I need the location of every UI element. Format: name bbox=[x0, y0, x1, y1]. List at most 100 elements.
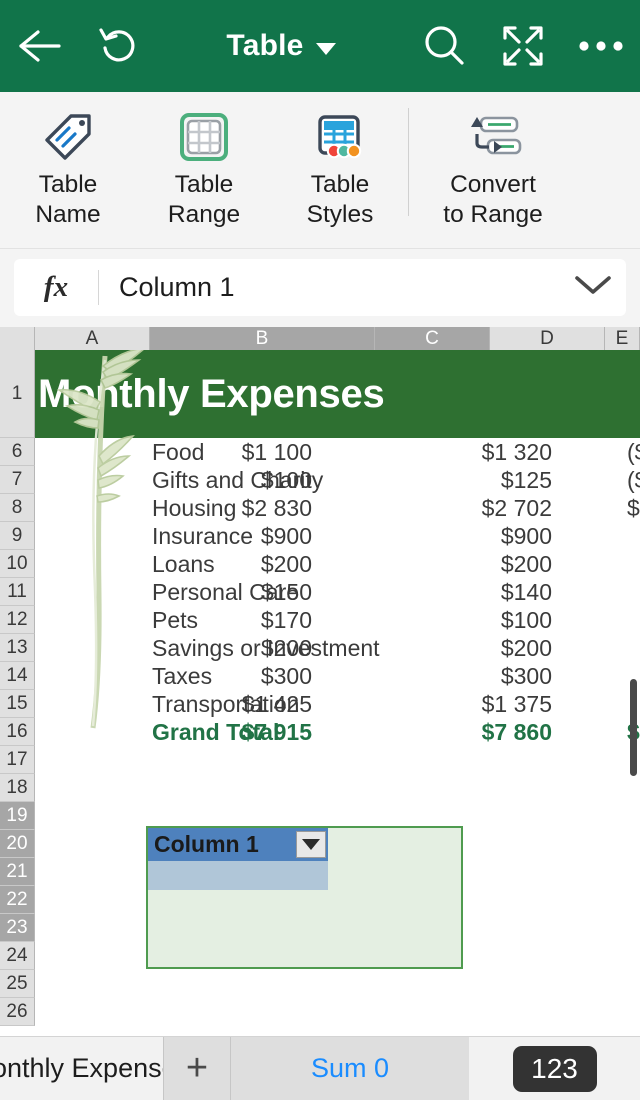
search-icon bbox=[422, 23, 468, 69]
table-row[interactable]: Grand Total$7 915$7 860$ bbox=[35, 718, 640, 746]
ribbon-label-line1: Convert bbox=[450, 171, 536, 198]
ribbon-item-table-name[interactable]: Table Name bbox=[0, 92, 136, 249]
grid-corner-cell[interactable] bbox=[0, 327, 35, 350]
row-header-20[interactable]: 20 bbox=[0, 830, 35, 858]
table-row[interactable]: Transportation $1 425 $1 375 bbox=[35, 690, 640, 718]
cell-value-e: ($ bbox=[627, 467, 640, 493]
column-header-a[interactable]: A bbox=[35, 327, 150, 350]
column-header-c[interactable]: C bbox=[375, 327, 490, 350]
tab-title-dropdown[interactable]: Table bbox=[156, 0, 406, 92]
row-header-19[interactable]: 19 bbox=[0, 802, 35, 830]
row-header-13[interactable]: 13 bbox=[0, 634, 35, 662]
chevron-down-icon bbox=[315, 42, 336, 55]
table-header-cell[interactable]: Column 1 bbox=[148, 828, 328, 861]
table-row[interactable]: Taxes $300 $300 bbox=[35, 662, 640, 690]
row-header-14[interactable]: 14 bbox=[0, 662, 35, 690]
expand-button[interactable] bbox=[484, 0, 562, 92]
cell-value-b: $170 bbox=[260, 607, 312, 633]
formula-bar[interactable]: fx Column 1 bbox=[14, 259, 626, 316]
undo-button[interactable] bbox=[78, 0, 156, 92]
row-header-17[interactable]: 17 bbox=[0, 746, 35, 774]
cell-value-c: $200 bbox=[500, 551, 552, 577]
table-row[interactable]: Housing $2 830 $2 702 $ bbox=[35, 494, 640, 522]
sheet-content[interactable]: Monthly Expenses Food $1 100 $1 320 (Gi… bbox=[35, 350, 640, 1035]
cell-value-c: $100 bbox=[500, 607, 552, 633]
cell-value-b: $100 bbox=[260, 467, 312, 493]
row-header-23[interactable]: 23 bbox=[0, 914, 35, 942]
formula-expand-button[interactable] bbox=[560, 273, 626, 302]
row-header-15[interactable]: 15 bbox=[0, 690, 35, 718]
table-row[interactable]: Insurance $900 $900 bbox=[35, 522, 640, 550]
search-button[interactable] bbox=[406, 0, 484, 92]
bottom-bar: onthly Expenses + Sum 0 123 bbox=[0, 1036, 640, 1100]
back-button[interactable] bbox=[0, 0, 78, 92]
row-header-6[interactable]: 6 bbox=[0, 438, 35, 466]
more-options-icon bbox=[578, 39, 624, 53]
more-options-button[interactable] bbox=[562, 0, 640, 92]
sheet-tab[interactable]: onthly Expenses bbox=[0, 1037, 163, 1100]
vertical-scrollbar[interactable] bbox=[630, 679, 637, 776]
ribbon-label-table-name: Table Name bbox=[35, 170, 100, 230]
table-row[interactable]: Gifts and Charity$100$125($ bbox=[35, 466, 640, 494]
excel-mobile-screen: Table Table Name Table Range Table Style… bbox=[0, 0, 640, 1100]
ribbon-item-table-styles[interactable]: Table Styles bbox=[272, 92, 408, 249]
row-header-12[interactable]: 12 bbox=[0, 606, 35, 634]
row-label: Pets bbox=[152, 607, 199, 633]
cell-value-e: $ bbox=[627, 495, 640, 521]
row-header-25[interactable]: 25 bbox=[0, 970, 35, 998]
row-header-7[interactable]: 7 bbox=[0, 466, 35, 494]
formula-input[interactable]: Column 1 bbox=[99, 272, 560, 303]
cell-value-c: $2 702 bbox=[481, 495, 552, 521]
ribbon-item-convert-to-range[interactable]: Convert to Range bbox=[409, 92, 577, 249]
cell-value-e: ($ bbox=[627, 439, 640, 465]
number-pad-zone: 123 bbox=[469, 1037, 640, 1100]
table-header-label: Column 1 bbox=[154, 831, 259, 857]
chevron-down-glyph bbox=[302, 839, 320, 850]
row-header-8[interactable]: 8 bbox=[0, 494, 35, 522]
ribbon-item-table-range[interactable]: Table Range bbox=[136, 92, 272, 249]
row-header-24[interactable]: 24 bbox=[0, 942, 35, 970]
table-row[interactable]: Savings or Investment $200 $200 bbox=[35, 634, 640, 662]
cell-value-b: $150 bbox=[260, 579, 312, 605]
table-row[interactable]: Personal Care $150 $140 bbox=[35, 578, 640, 606]
spreadsheet-grid[interactable]: ABCDE 1 6 7 8 9 10 11 12 13 14 15 16 17 18 19 20 21 22 23 2… bbox=[0, 327, 640, 1035]
column-header-b[interactable]: B bbox=[150, 327, 375, 350]
cell-value-b: $900 bbox=[260, 523, 312, 549]
top-app-bar: Table bbox=[0, 0, 640, 92]
row-header-26[interactable]: 26 bbox=[0, 998, 35, 1026]
ribbon-label-line1: Table bbox=[310, 171, 370, 198]
table-data-row[interactable] bbox=[148, 861, 328, 890]
row-header-22[interactable]: 22 bbox=[0, 886, 35, 914]
convert-to-range-icon bbox=[464, 106, 522, 168]
table-row[interactable]: Food $1 100 $1 320 ($ bbox=[35, 438, 640, 466]
row-header-1[interactable]: 1 bbox=[0, 350, 35, 438]
row-label: Food bbox=[152, 439, 205, 465]
new-table-selection[interactable]: Column 1 bbox=[146, 826, 463, 969]
sum-status[interactable]: Sum 0 bbox=[231, 1037, 469, 1100]
row-header-18[interactable]: 18 bbox=[0, 774, 35, 802]
cell-value-c: $7 860 bbox=[481, 719, 552, 745]
table-row[interactable]: Pets $170 $100 bbox=[35, 606, 640, 634]
cell-value-c: $125 bbox=[500, 467, 552, 493]
row-label: Housing bbox=[152, 495, 237, 521]
expand-icon bbox=[502, 25, 544, 67]
row-header-column: 1 6 7 8 9 10 11 12 13 14 15 16 17 18 19 20 21 22 23 24 25 26 bbox=[0, 350, 35, 1026]
row-header-9[interactable]: 9 bbox=[0, 522, 35, 550]
add-sheet-button[interactable]: + bbox=[163, 1037, 231, 1100]
filter-dropdown-icon[interactable] bbox=[296, 831, 326, 858]
column-header-e[interactable]: E bbox=[605, 327, 640, 350]
row-header-21[interactable]: 21 bbox=[0, 858, 35, 886]
table-row[interactable]: Loans $200 $200 bbox=[35, 550, 640, 578]
cell-value-b: $1 100 bbox=[241, 439, 312, 465]
row-header-16[interactable]: 16 bbox=[0, 718, 35, 746]
table-styles-icon bbox=[313, 106, 367, 168]
function-icon[interactable]: fx bbox=[14, 271, 98, 304]
column-header-d[interactable]: D bbox=[490, 327, 605, 350]
number-pad-button[interactable]: 123 bbox=[512, 1045, 597, 1092]
row-header-11[interactable]: 11 bbox=[0, 578, 35, 606]
cell-value-b: $200 bbox=[260, 635, 312, 661]
ribbon-label-line2: to Range bbox=[443, 201, 543, 228]
ribbon-label-table-range: Table Range bbox=[168, 170, 240, 230]
row-label: Taxes bbox=[152, 663, 213, 689]
row-header-10[interactable]: 10 bbox=[0, 550, 35, 578]
